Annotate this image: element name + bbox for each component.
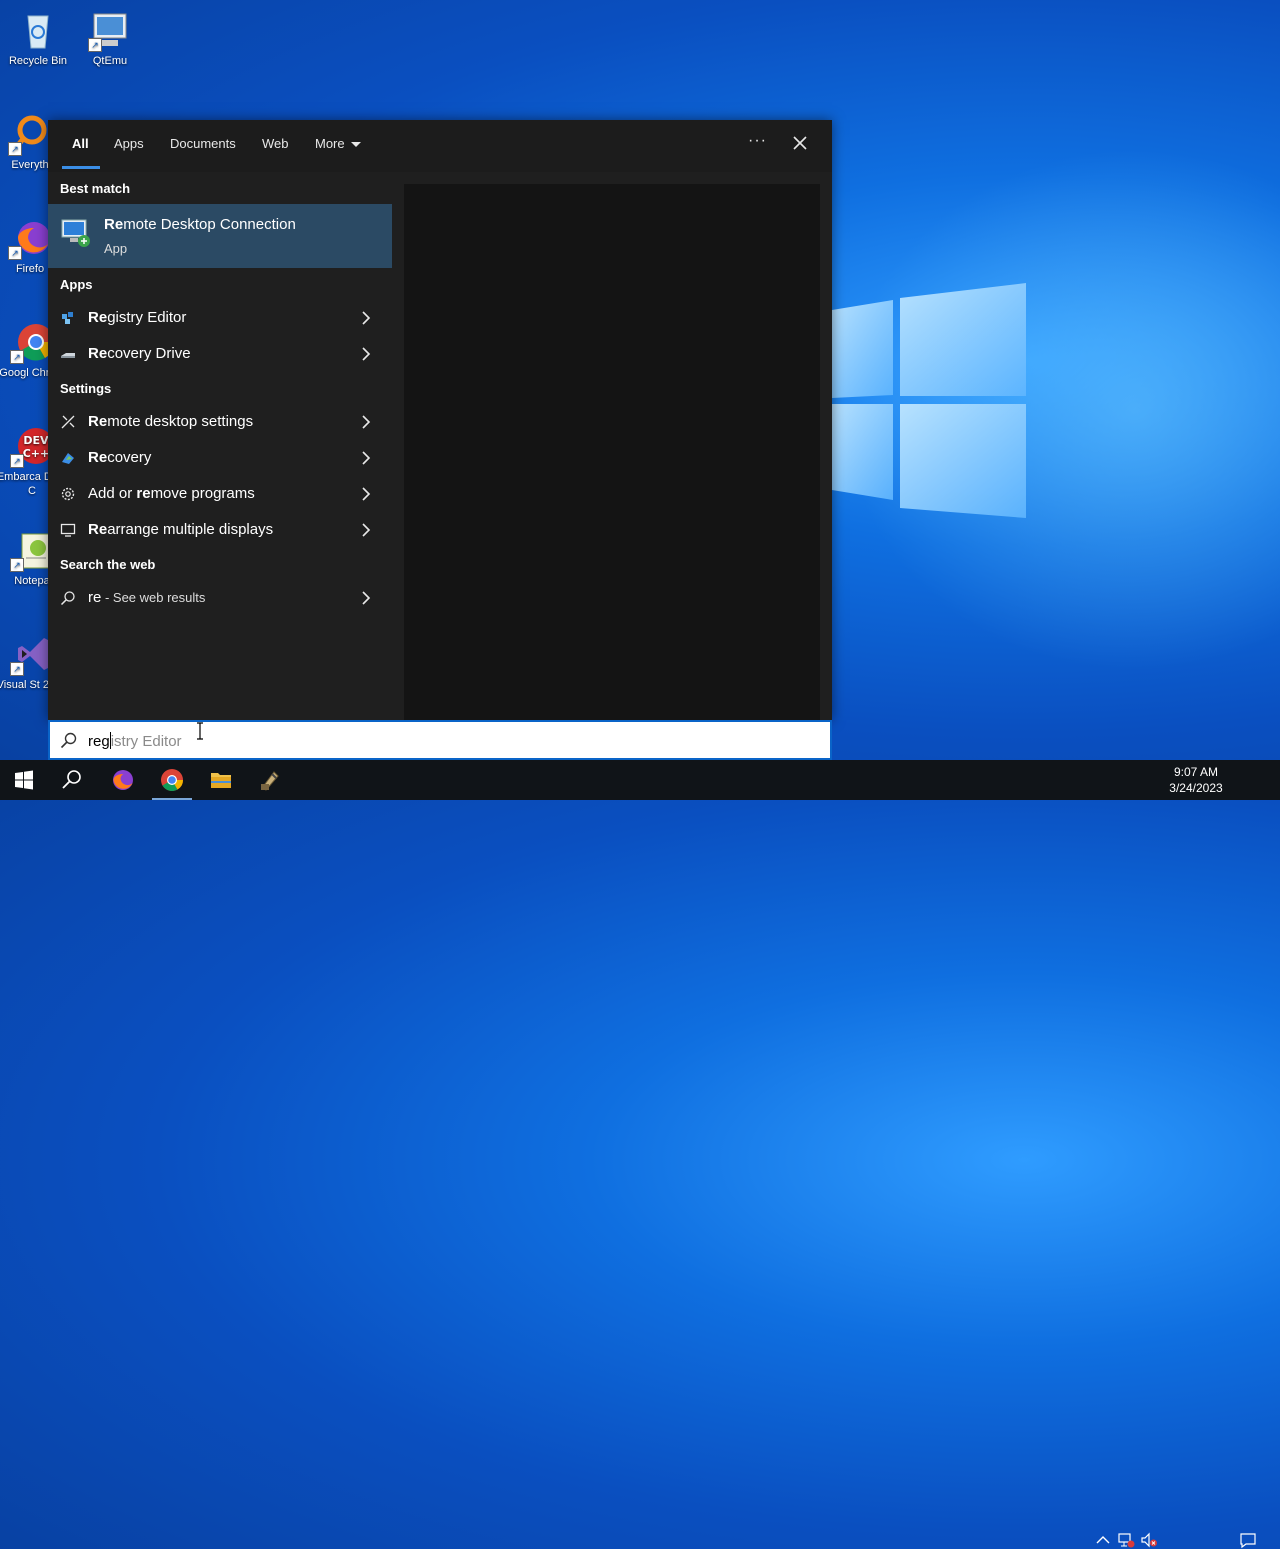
chevron-right-icon[interactable] bbox=[360, 451, 372, 465]
firefox-icon bbox=[113, 770, 133, 790]
folder-icon bbox=[211, 773, 231, 788]
registry-editor-icon bbox=[62, 312, 73, 324]
remote-desktop-icon bbox=[61, 219, 90, 247]
network-icon[interactable] bbox=[1117, 1531, 1135, 1549]
windows-logo-icon bbox=[15, 770, 33, 790]
search-icon bbox=[60, 732, 77, 749]
result-web-search[interactable]: re - See web results bbox=[48, 581, 392, 615]
tab-web[interactable]: Web bbox=[262, 136, 289, 151]
archive-tool-icon bbox=[261, 771, 279, 791]
section-best-match: Best match bbox=[60, 181, 131, 196]
text-cursor-icon bbox=[197, 722, 203, 740]
chevron-right-icon[interactable] bbox=[360, 487, 372, 501]
taskbar-search-button[interactable] bbox=[48, 760, 96, 800]
remote-desktop-settings-icon bbox=[61, 415, 75, 429]
close-icon[interactable] bbox=[790, 133, 810, 153]
chevron-right-icon[interactable] bbox=[360, 591, 372, 605]
section-apps: Apps bbox=[60, 277, 93, 292]
desktop-icon-label: QtEmu bbox=[92, 55, 128, 67]
best-match-title: Remote Desktop Connection bbox=[104, 216, 296, 233]
result-label: Recovery Drive bbox=[88, 345, 191, 362]
shortcut-arrow-icon: ↗ bbox=[10, 350, 24, 364]
chevron-right-icon[interactable] bbox=[360, 347, 372, 361]
chrome-icon bbox=[161, 769, 183, 791]
shortcut-arrow-icon: ↗ bbox=[8, 142, 22, 156]
desktop-icon-recycle-bin[interactable]: Recycle Bin bbox=[0, 8, 76, 68]
best-match-type: App bbox=[104, 241, 128, 256]
result-label: Registry Editor bbox=[88, 309, 187, 326]
recycle-bin-icon bbox=[16, 8, 60, 52]
recovery-drive-icon bbox=[61, 353, 75, 358]
clock-date: 3/24/2023 bbox=[1169, 781, 1223, 795]
taskbar-firefox[interactable] bbox=[99, 760, 147, 800]
search-autocomplete-text: istry Editor bbox=[110, 733, 182, 750]
result-label: Recovery bbox=[88, 449, 152, 466]
svg-text:DEV: DEV bbox=[23, 434, 49, 447]
result-recovery[interactable]: Recovery bbox=[48, 441, 392, 475]
taskbar-archiver[interactable] bbox=[246, 760, 294, 800]
action-center-icon[interactable] bbox=[1239, 1531, 1257, 1549]
firefox-desktop-icon: ↗ bbox=[8, 216, 52, 260]
gear-icon bbox=[61, 487, 75, 501]
section-search-web: Search the web bbox=[60, 557, 156, 572]
search-icon bbox=[60, 591, 75, 606]
caret-down-icon bbox=[350, 142, 361, 148]
shortcut-arrow-icon: ↗ bbox=[10, 454, 24, 468]
svg-text:C++: C++ bbox=[23, 447, 50, 460]
chevron-right-icon[interactable] bbox=[360, 523, 372, 537]
tab-more[interactable]: More bbox=[315, 136, 361, 151]
qtemu-icon: ↗ bbox=[88, 8, 132, 52]
result-recovery-drive[interactable]: Recovery Drive bbox=[48, 337, 392, 371]
search-panel: All Apps Documents Web More ··· Best mat… bbox=[48, 120, 832, 720]
search-tabs: All Apps Documents Web More ··· bbox=[48, 120, 832, 172]
start-button[interactable] bbox=[0, 760, 48, 800]
result-remote-desktop-settings[interactable]: Remote desktop settings bbox=[48, 405, 392, 439]
system-clock[interactable]: 9:07 AM 3/24/2023 bbox=[1160, 764, 1232, 796]
result-label: Add or remove programs bbox=[88, 485, 255, 502]
monitor-icon bbox=[60, 523, 76, 537]
shortcut-arrow-icon: ↗ bbox=[88, 38, 102, 52]
taskbar-file-explorer[interactable] bbox=[197, 760, 245, 800]
everything-icon: ↗ bbox=[8, 112, 52, 156]
taskbar bbox=[0, 760, 1280, 1549]
result-label: Rearrange multiple displays bbox=[88, 521, 274, 538]
chevron-up-icon[interactable] bbox=[1094, 1531, 1112, 1549]
tab-apps[interactable]: Apps bbox=[114, 136, 144, 151]
active-tab-indicator bbox=[62, 166, 100, 169]
more-options-button[interactable]: ··· bbox=[748, 132, 767, 150]
clock-time: 9:07 AM bbox=[1173, 765, 1219, 779]
chevron-right-icon[interactable] bbox=[360, 311, 372, 325]
tab-documents[interactable]: Documents bbox=[170, 136, 236, 151]
shortcut-arrow-icon: ↗ bbox=[10, 558, 24, 572]
result-registry-editor[interactable]: Registry Editor bbox=[48, 301, 392, 335]
tab-all[interactable]: All bbox=[72, 136, 89, 151]
preview-pane bbox=[404, 184, 820, 720]
desktop-icon-qtemu[interactable]: ↗ QtEmu bbox=[72, 8, 148, 68]
recovery-icon bbox=[62, 453, 74, 464]
shortcut-arrow-icon: ↗ bbox=[10, 662, 24, 676]
search-box[interactable]: registry Editor bbox=[48, 720, 832, 760]
result-rearrange-displays[interactable]: Rearrange multiple displays bbox=[48, 513, 392, 547]
chevron-right-icon[interactable] bbox=[360, 415, 372, 429]
tab-more-label: More bbox=[315, 136, 345, 151]
shortcut-arrow-icon: ↗ bbox=[8, 246, 22, 260]
result-add-remove-programs[interactable]: Add or remove programs bbox=[48, 477, 392, 511]
best-match-remote-desktop[interactable]: Remote Desktop Connection App bbox=[48, 204, 392, 268]
result-label: re - See web results bbox=[88, 589, 206, 606]
section-settings: Settings bbox=[60, 381, 112, 396]
results-list: Best match Remote Desktop Connection App… bbox=[48, 172, 392, 720]
volume-muted-icon[interactable] bbox=[1140, 1531, 1158, 1549]
result-label: Remote desktop settings bbox=[88, 413, 254, 430]
search-typed-text: reg bbox=[88, 733, 110, 750]
search-icon bbox=[62, 770, 81, 789]
search-input[interactable]: registry Editor bbox=[88, 732, 182, 750]
desktop-icon-label: Recycle Bin bbox=[8, 55, 68, 67]
taskbar-chrome[interactable] bbox=[148, 760, 196, 800]
